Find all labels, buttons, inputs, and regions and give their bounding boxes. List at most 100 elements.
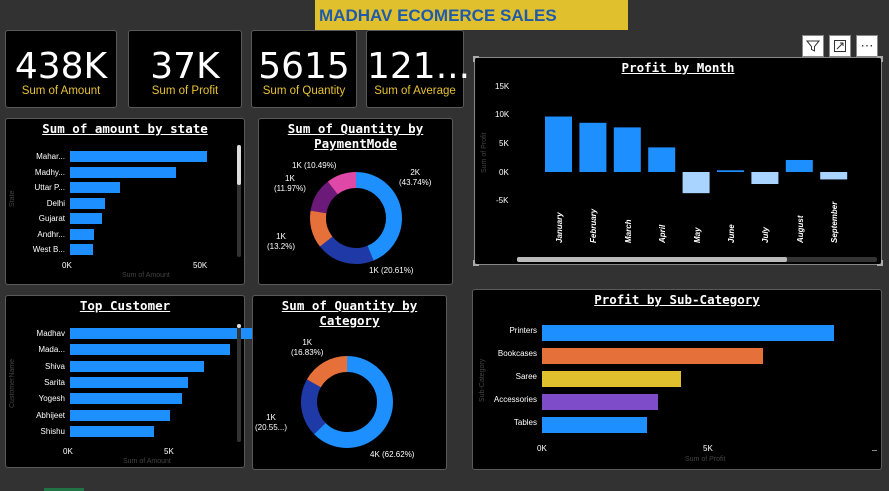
slice-label-pct: (11.97%) xyxy=(274,184,306,193)
scrollbar-thumb[interactable] xyxy=(517,257,787,262)
bar[interactable] xyxy=(70,244,93,255)
slice-label: 1K (10.49%) xyxy=(292,161,337,170)
bar-chart-area: Madhav Mada... Shiva Sarita Yogesh Abhijeet Sh… xyxy=(6,296,256,469)
slice-label-value: 1K xyxy=(266,413,276,422)
bar[interactable] xyxy=(542,394,658,410)
kpi-card-amount[interactable]: 438K Sum of Amount xyxy=(5,30,117,108)
category-label: Shiva xyxy=(44,361,65,371)
slice-label-pct: (20.55...) xyxy=(255,423,288,432)
bar[interactable] xyxy=(70,376,188,388)
bar[interactable] xyxy=(70,393,182,405)
slice-label-pct: (13.2%) xyxy=(267,242,296,251)
x-tick: 0K xyxy=(62,261,72,270)
profit-by-month-visual[interactable]: Profit by Month Sum of Profit 15K 10K 5K… xyxy=(473,56,883,266)
kpi-value: 5615 xyxy=(258,46,350,87)
x-axis-title: Sum of Profit xyxy=(685,456,726,463)
more-options-icon: ⋯ xyxy=(860,38,874,53)
category-label: Mada... xyxy=(38,345,65,355)
scrollbar-thumb[interactable] xyxy=(237,145,241,185)
x-tick-label: April xyxy=(658,224,668,243)
bar-chart-area: Printers Bookcases Saree Accessories Tables xyxy=(473,290,883,471)
slice-label-value: 1K xyxy=(285,174,295,183)
x-tick-label: February xyxy=(589,208,599,243)
category-label: Mahar... xyxy=(36,152,65,161)
category-label: Sarita xyxy=(44,377,65,387)
vertical-scrollbar[interactable] xyxy=(237,145,241,257)
focus-mode-icon xyxy=(834,40,846,52)
bar[interactable] xyxy=(70,228,95,240)
donut-chart xyxy=(301,356,393,448)
vertical-scrollbar[interactable] xyxy=(237,324,241,442)
qty-by-category-visual[interactable]: Sum of Quantity by Category 4K (62.62%) … xyxy=(252,295,447,470)
filter-button[interactable] xyxy=(802,35,824,57)
x-tick: 5K xyxy=(164,447,174,456)
x-tick: 5K xyxy=(703,444,713,453)
slice-label: 1K (11.97%) xyxy=(274,174,306,194)
slice-label: 2K (43.74%) xyxy=(399,168,431,188)
bar-chart-area: Mahar... Madhy... Uttar P... Delhi Gujarat An… xyxy=(6,119,246,286)
bar[interactable] xyxy=(70,213,103,224)
slice-label: 1K (20.55...) xyxy=(255,413,287,433)
x-tick: 0K xyxy=(63,447,73,456)
x-axis-title: Sum of Amount xyxy=(123,458,171,465)
profit-by-subcategory-visual[interactable]: Profit by Sub-Category Sub-Category Prin… xyxy=(472,289,882,470)
x-tick-label: March xyxy=(623,219,633,243)
kpi-card-quantity[interactable]: 5615 Sum of Quantity xyxy=(251,30,357,108)
bar[interactable] xyxy=(70,425,154,437)
scrollbar-thumb[interactable] xyxy=(237,324,241,328)
category-label: Gujarat xyxy=(38,214,65,223)
kpi-card-profit[interactable]: 37K Sum of Profit xyxy=(128,30,242,108)
x-tick-label: September xyxy=(830,201,840,243)
x-axis-title: Sum of Amount xyxy=(122,272,170,279)
category-label: Printers xyxy=(509,326,537,335)
kpi-label: Sum of Quantity xyxy=(262,85,346,97)
horizontal-scrollbar[interactable] xyxy=(517,257,877,262)
slice-label-pct: (16.83%) xyxy=(291,348,324,357)
kpi-card-average[interactable]: 121... Sum of Average xyxy=(366,30,471,108)
category-label: Tables xyxy=(513,418,537,427)
category-label: Yogesh xyxy=(38,394,65,404)
bar[interactable] xyxy=(70,151,207,162)
slice-label: 1K (16.83%) xyxy=(291,338,323,358)
x-tick: 50K xyxy=(193,261,208,270)
slice-label: 1K (20.61%) xyxy=(369,266,414,275)
bar[interactable] xyxy=(70,328,256,339)
bar[interactable] xyxy=(542,371,682,387)
category-label: West B... xyxy=(32,245,65,254)
category-label: Madhy... xyxy=(34,167,65,177)
slice-label-pct: (43.74%) xyxy=(399,178,432,187)
amount-by-state-visual[interactable]: Sum of amount by state State Mahar... Mad… xyxy=(5,118,245,285)
x-tick: 0K xyxy=(537,444,547,453)
x-tick-label: January xyxy=(555,212,564,243)
bar[interactable] xyxy=(542,417,648,433)
slice-label-value: 1K xyxy=(276,232,286,241)
report-title: MADHAV ECOMERCE SALES xyxy=(319,6,557,25)
bar[interactable] xyxy=(70,166,176,178)
bar[interactable] xyxy=(542,325,835,341)
more-options-button[interactable]: ⋯ xyxy=(856,35,878,57)
x-tick-label: July xyxy=(761,226,771,243)
category-label: Andhr... xyxy=(37,229,65,239)
filter-icon xyxy=(805,40,821,52)
kpi-label: Sum of Profit xyxy=(151,85,219,97)
bar[interactable] xyxy=(70,360,204,372)
kpi-value: 121... xyxy=(367,46,471,87)
bar[interactable] xyxy=(70,344,230,356)
bar[interactable] xyxy=(70,409,170,421)
x-tick-label: May xyxy=(692,227,702,243)
x-tick-label: August xyxy=(795,215,805,243)
top-customer-visual[interactable]: Top Customer CustomerName Madhav Mada... S… xyxy=(5,295,256,469)
category-label: Delhi xyxy=(46,198,65,208)
kpi-label: Sum of Amount xyxy=(21,85,101,97)
bar[interactable] xyxy=(70,182,120,193)
x-tick-label: June xyxy=(727,224,736,243)
kpi-label: Sum of Average xyxy=(374,85,456,97)
category-label: Shishu xyxy=(40,426,65,436)
bar[interactable] xyxy=(542,348,763,364)
category-label: Accessories xyxy=(493,395,537,404)
bar[interactable] xyxy=(70,197,105,209)
qty-by-payment-visual[interactable]: Sum of Quantity by PaymentMode 2K (43.74… xyxy=(258,118,453,285)
focus-mode-button[interactable] xyxy=(829,35,851,57)
slice-label: 4K (62.62%) xyxy=(370,450,415,459)
category-label: Madhav xyxy=(36,329,65,338)
